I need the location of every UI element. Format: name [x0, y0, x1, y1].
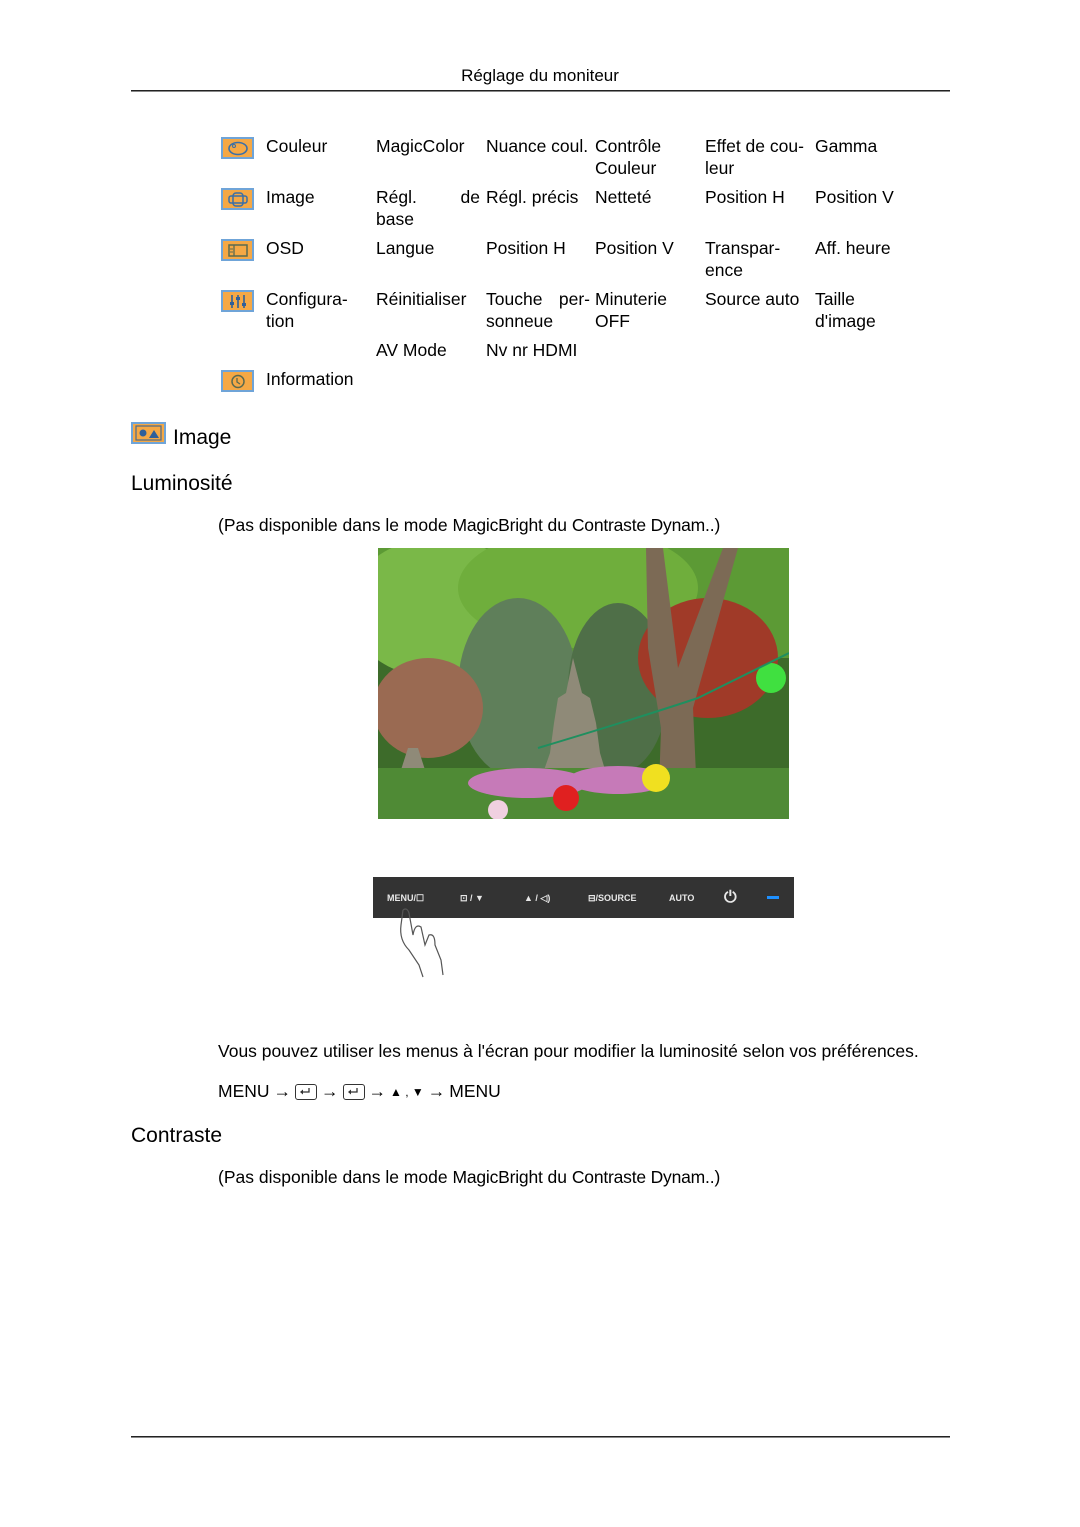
menu-cell: Image — [266, 187, 315, 207]
menu-cell: Position V — [815, 187, 894, 207]
note-text: .) — [709, 1167, 721, 1187]
setup-sliders-icon — [221, 290, 254, 312]
menu-cell: Régl. de base — [376, 187, 480, 229]
menu-cell: Nv nr HDMI — [486, 340, 578, 360]
menu-cell: Régl. précis — [486, 187, 579, 207]
enter-key-icon — [342, 1083, 365, 1100]
information-clock-icon — [221, 370, 254, 392]
menu-cell: Langue — [376, 238, 435, 258]
menu-cell: MagicColor — [376, 136, 465, 156]
enter-key-icon — [295, 1083, 318, 1100]
path-menu: MENU — [449, 1081, 501, 1101]
hand-pointer-icon — [395, 905, 455, 985]
note-text: du — [542, 1167, 572, 1187]
image-adjust-icon — [221, 188, 254, 210]
contraste-availability-note: (Pas disponible dans le mode MagicBright… — [218, 1167, 720, 1188]
menu-cell: Effet de cou- leur — [705, 136, 804, 178]
heading-contraste: Contraste — [131, 1124, 223, 1147]
menu-cell: Transpar- ence — [705, 238, 781, 280]
enter-down-button[interactable]: ⊡ / ▼ — [460, 893, 484, 904]
menu-navigation-path: MENU → → → ▲ , ▼ → MENU — [218, 1081, 501, 1102]
path-menu: MENU — [218, 1081, 270, 1101]
note-text: (Pas disponible dans le mode — [218, 515, 453, 535]
note-term-magicbright: MagicBright — [452, 1167, 543, 1187]
image-section-icon — [131, 422, 166, 444]
menu-cell: OSD — [266, 238, 304, 258]
auto-button[interactable]: AUTO — [669, 893, 694, 903]
luminosite-description: Vous pouvez utiliser les menus à l'écran… — [218, 1041, 919, 1061]
page-header-title: Réglage du moniteur — [461, 66, 619, 85]
menu-cell: Source auto — [705, 289, 800, 309]
menu-cell: Configura- tion — [266, 289, 348, 331]
source-button[interactable]: ⊟/SOURCE — [588, 893, 637, 904]
sample-photo — [378, 548, 789, 819]
menu-cell: Position H — [705, 187, 785, 207]
menu-cell: Nuance coul. — [486, 136, 589, 156]
menu-cell: Netteté — [595, 187, 652, 207]
menu-cell: Minuterie OFF — [595, 289, 667, 331]
note-term-magicbright: MagicBright — [452, 515, 543, 535]
menu-cell: Réinitialiser — [376, 289, 467, 309]
note-text: du — [542, 515, 572, 535]
power-icon[interactable]: ⏻ — [724, 889, 737, 907]
luminosite-availability-note: (Pas disponible dans le mode MagicBright… — [218, 515, 720, 536]
note-text: (Pas disponible dans le mode — [218, 1167, 453, 1187]
menu-cell: Couleur — [266, 136, 328, 156]
arrow-icon: → — [368, 1081, 387, 1101]
menu-cell: AV Mode — [376, 340, 447, 360]
menu-cell: Aff. heure — [815, 238, 891, 258]
menu-cell: Gamma — [815, 136, 878, 156]
menu-cell: Touche per- sonneue — [486, 289, 590, 331]
note-text: .) — [709, 515, 721, 535]
up-down-arrows-icon: ▲ , ▼ — [390, 1084, 424, 1099]
arrow-icon: → — [273, 1081, 292, 1101]
section-title-image: Image — [173, 426, 232, 449]
heading-luminosite: Luminosité — [131, 472, 233, 495]
up-volume-button[interactable]: ▲ / ◁) — [524, 893, 550, 904]
menu-cell: Position H — [486, 238, 566, 258]
note-term-contraste-dynam: Contraste Dynam. — [571, 1167, 710, 1187]
footer-divider — [131, 1436, 950, 1437]
power-indicator-led — [767, 896, 779, 899]
osd-icon — [221, 239, 254, 261]
arrow-icon: → — [321, 1081, 339, 1101]
menu-button[interactable]: MENU/☐ — [387, 893, 424, 904]
note-term-contraste-dynam: Contraste Dynam. — [571, 515, 710, 535]
menu-cell: Taille d'image — [815, 289, 876, 331]
header-divider — [131, 90, 950, 91]
menu-cell: Contrôle Couleur — [595, 136, 662, 178]
arrow-icon: → — [427, 1081, 446, 1101]
menu-cell: Information — [266, 369, 354, 389]
color-palette-icon — [221, 137, 254, 159]
menu-cell: Position V — [595, 238, 674, 258]
